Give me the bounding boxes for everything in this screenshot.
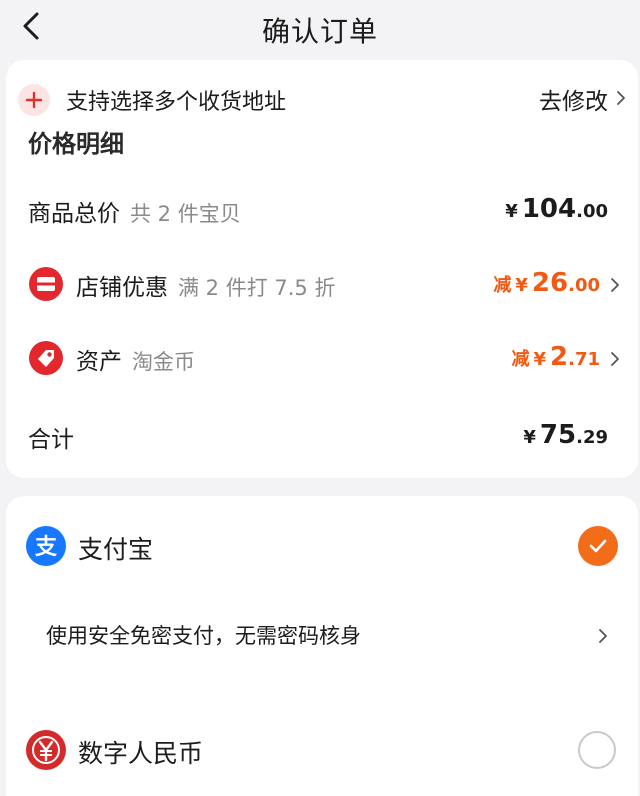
price-details-heading: 价格明细 bbox=[28, 130, 124, 158]
shop-discount-icon bbox=[28, 266, 64, 302]
chevron-right-icon bbox=[598, 628, 608, 644]
assets-type: 淘金币 bbox=[132, 350, 195, 374]
ecny-label: 数字人民币 bbox=[78, 739, 204, 768]
payment-option-alipay[interactable]: 支 支付宝 bbox=[6, 516, 638, 576]
password-free-payment-label: 使用安全免密支付，无需密码核身 bbox=[46, 624, 361, 648]
assets-label: 资产 淘金币 bbox=[76, 349, 195, 375]
chevron-right-icon bbox=[610, 351, 620, 367]
payment-option-ecny[interactable]: 数字人民币 bbox=[6, 718, 638, 778]
assets-row[interactable]: 资产 淘金币 减 ¥2.71 bbox=[6, 330, 638, 390]
shop-discount-amount: 减 ¥26.00 bbox=[493, 268, 600, 298]
svg-text:支: 支 bbox=[35, 535, 58, 560]
plus-icon bbox=[18, 84, 50, 116]
multi-address-label: 支持选择多个收货地址 bbox=[66, 90, 287, 115]
unselected-radio-icon[interactable] bbox=[578, 731, 616, 769]
alipay-label: 支付宝 bbox=[78, 535, 154, 564]
password-free-payment-row[interactable]: 使用安全免密支付，无需密码核身 bbox=[6, 606, 638, 666]
goods-total-row: 商品总价共 2 件宝贝 ¥104.00 bbox=[6, 180, 638, 240]
order-total-label: 合计 bbox=[28, 427, 74, 453]
ecny-icon bbox=[26, 730, 66, 770]
chevron-right-icon bbox=[616, 90, 626, 106]
goods-count: 共 2 件宝贝 bbox=[130, 202, 241, 226]
payment-methods-card: 支 支付宝 使用安全免密支付，无需密码核身 数字人民币 bbox=[6, 496, 638, 796]
shop-discount-row[interactable]: 店铺优惠满 2 件打 7.5 折 减 ¥26.00 bbox=[6, 256, 638, 316]
order-total-amount: ¥75.29 bbox=[523, 420, 608, 450]
selected-check-icon[interactable] bbox=[578, 526, 618, 566]
page-title: 确认订单 bbox=[261, 15, 378, 48]
alipay-icon: 支 bbox=[26, 526, 66, 566]
chevron-right-icon bbox=[610, 277, 620, 293]
header: 确认订单 bbox=[0, 0, 640, 56]
confirm-order-page: 确认订单 支持选择多个收货地址 去修改 价格明细 商品总价共 2 件宝贝 ¥ 1… bbox=[0, 0, 640, 796]
shop-discount-rule: 满 2 件打 7.5 折 bbox=[178, 276, 336, 300]
goods-total-amount: ¥104.00 bbox=[505, 194, 608, 224]
edit-address-link[interactable]: 去修改 bbox=[539, 82, 608, 116]
goods-total-label: 商品总价共 2 件宝贝 bbox=[28, 201, 241, 227]
assets-amount: 减 ¥2.71 bbox=[511, 342, 600, 372]
order-total-row: 合计 ¥75.29 bbox=[6, 406, 638, 466]
order-details-card: 支持选择多个收货地址 去修改 价格明细 商品总价共 2 件宝贝 ¥104.00 bbox=[6, 60, 638, 478]
coin-tag-icon bbox=[28, 340, 64, 376]
shop-discount-label: 店铺优惠满 2 件打 7.5 折 bbox=[76, 275, 336, 301]
